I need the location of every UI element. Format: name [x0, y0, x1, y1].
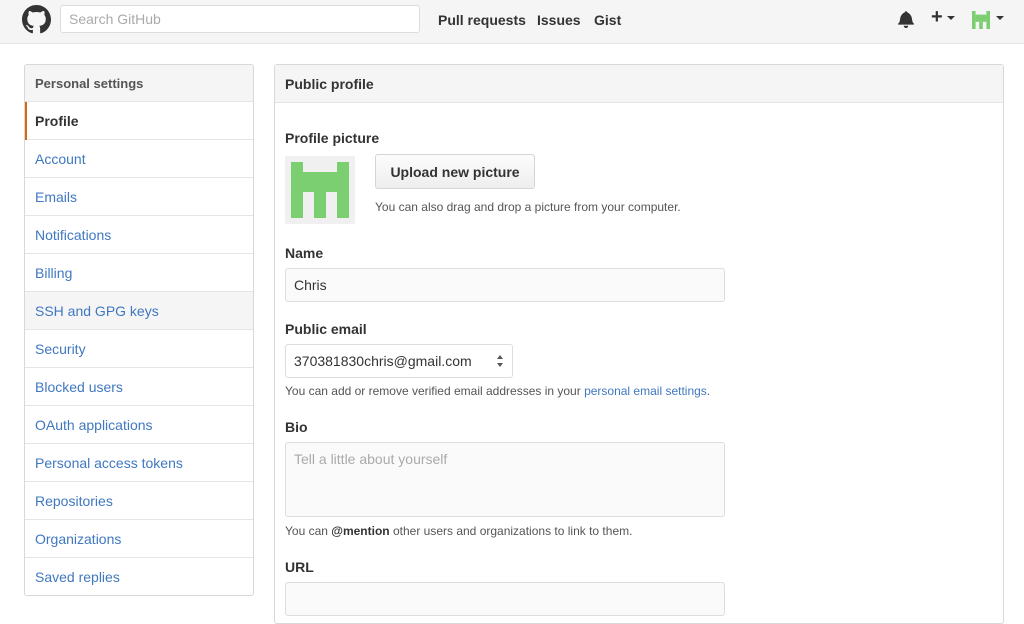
sidebar-item-saved-replies[interactable]: Saved replies — [25, 558, 253, 595]
profile-picture — [285, 156, 355, 224]
sidebar-item-security[interactable]: Security — [25, 330, 253, 368]
sidebar-title: Personal settings — [25, 65, 253, 102]
avatar-identicon — [291, 162, 349, 218]
plus-caret-icon[interactable] — [947, 16, 955, 20]
sidebar-item-ssh-gpg-keys[interactable]: SSH and GPG keys — [25, 292, 253, 330]
select-arrows-icon — [497, 355, 503, 367]
name-label: Name — [285, 245, 324, 261]
public-profile-panel: Public profile Profile picture Upload ne… — [274, 64, 1004, 624]
upload-picture-button[interactable]: Upload new picture — [375, 154, 535, 189]
sidebar-item-blocked-users[interactable]: Blocked users — [25, 368, 253, 406]
settings-sidebar: Personal settings Profile Account Emails… — [24, 64, 254, 596]
bio-textarea[interactable] — [285, 442, 725, 517]
bio-hint: You can @mention other users and organiz… — [285, 524, 632, 538]
sidebar-item-organizations[interactable]: Organizations — [25, 520, 253, 558]
github-logo-icon[interactable] — [22, 5, 51, 34]
plus-icon[interactable]: + — [931, 7, 943, 27]
profile-picture-label: Profile picture — [285, 130, 380, 146]
sidebar-item-oauth-applications[interactable]: OAuth applications — [25, 406, 253, 444]
sidebar-item-personal-access-tokens[interactable]: Personal access tokens — [25, 444, 253, 482]
bio-label: Bio — [285, 419, 308, 435]
nav-pull-requests[interactable]: Pull requests — [438, 12, 526, 28]
name-input[interactable] — [285, 268, 725, 302]
public-email-label: Public email — [285, 321, 367, 337]
email-hint-prefix: You can add or remove verified email add… — [285, 384, 585, 398]
panel-title: Public profile — [275, 65, 1003, 103]
sidebar-item-account[interactable]: Account — [25, 140, 253, 178]
avatar-caret-icon[interactable] — [996, 16, 1004, 20]
sidebar-item-repositories[interactable]: Repositories — [25, 482, 253, 520]
email-hint-suffix: . — [706, 384, 711, 398]
bell-icon[interactable] — [898, 10, 914, 28]
search-input[interactable] — [60, 5, 420, 33]
personal-email-settings-link[interactable]: personal email settings — [584, 384, 707, 398]
bio-hint-prefix: You can — [285, 524, 332, 538]
sidebar-item-notifications[interactable]: Notifications — [25, 216, 253, 254]
avatar-small-icon[interactable] — [972, 11, 990, 29]
sidebar-item-billing[interactable]: Billing — [25, 254, 253, 292]
bio-hint-mention: @mention — [331, 524, 390, 538]
public-email-select[interactable]: 370381830chris@gmail.com — [285, 344, 513, 378]
picture-hint: You can also drag and drop a picture fro… — [375, 200, 681, 214]
url-label: URL — [285, 559, 314, 575]
sidebar-item-emails[interactable]: Emails — [25, 178, 253, 216]
bio-hint-suffix: other users and organizations to link to… — [389, 524, 633, 538]
public-email-value: 370381830chris@gmail.com — [294, 353, 472, 369]
nav-gist[interactable]: Gist — [594, 12, 621, 28]
top-header: Pull requests Issues Gist + — [0, 0, 1024, 44]
email-hint: You can add or remove verified email add… — [285, 384, 710, 398]
nav-issues[interactable]: Issues — [537, 12, 581, 28]
sidebar-item-profile[interactable]: Profile — [25, 102, 253, 140]
url-input[interactable] — [285, 582, 725, 616]
